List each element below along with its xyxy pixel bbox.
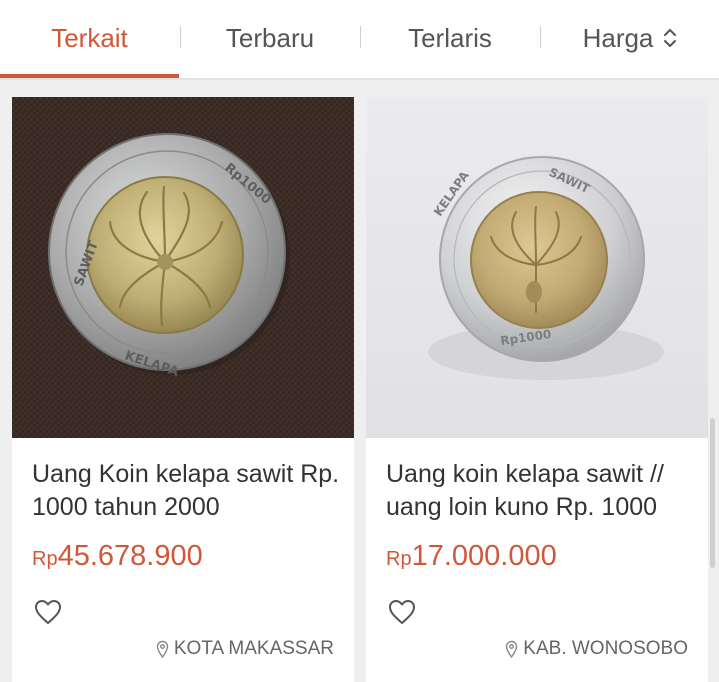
tab-terbaru[interactable]: Terbaru [181, 0, 359, 76]
tab-terlaris-label: Terlaris [408, 22, 492, 53]
sort-bar-border [0, 78, 719, 80]
map-pin-icon [506, 640, 518, 658]
price-amount: 17.000.000 [411, 540, 557, 572]
product-image: KELAPA SAWIT Rp1000 [12, 97, 354, 438]
price-currency: Rp [32, 548, 58, 570]
up-down-chevron-icon [664, 29, 677, 47]
product-location: KAB. WONOSOBO [505, 638, 688, 660]
scrollbar[interactable] [710, 418, 715, 568]
product-location: KOTA MAKASSAR [156, 638, 334, 660]
heart-outline-icon[interactable] [388, 599, 416, 625]
product-card[interactable]: KELAPA SAWIT Rp1000 Uang Koin kelapa saw… [12, 97, 354, 682]
sort-bar: Terkait Terbaru Terlaris Harga [0, 0, 719, 80]
product-image: KELAPA SAWIT Rp1000 [366, 97, 708, 438]
location-label: KOTA MAKASSAR [173, 638, 334, 659]
heart-outline-icon[interactable] [34, 599, 62, 625]
price-amount: 45.678.900 [57, 540, 203, 572]
product-price: Rp17.000.000 [386, 540, 557, 573]
tab-terkait[interactable]: Terkait [0, 0, 179, 76]
tab-terlaris[interactable]: Terlaris [361, 0, 539, 76]
price-currency: Rp [386, 548, 412, 570]
product-title: Uang Koin kelapa sawit Rp. 1000 tahun 20… [32, 460, 340, 521]
tab-terbaru-label: Terbaru [225, 22, 315, 53]
map-pin-icon [156, 640, 169, 658]
product-price: Rp45.678.900 [32, 540, 203, 573]
location-label: KAB. WONOSOBO [523, 638, 688, 659]
tab-harga-label: Harga [582, 22, 654, 53]
tab-terkait-label: Terkait [51, 22, 128, 53]
coin-image: KELAPA SAWIT Rp1000 [12, 97, 354, 438]
coin-image: KELAPA SAWIT Rp1000 [366, 97, 708, 438]
product-card[interactable]: KELAPA SAWIT Rp1000 Uang koin kelapa saw… [366, 97, 708, 682]
product-title: Uang koin kelapa sawit // uang loin kuno… [386, 460, 664, 521]
tab-harga[interactable]: Harga [541, 0, 719, 76]
